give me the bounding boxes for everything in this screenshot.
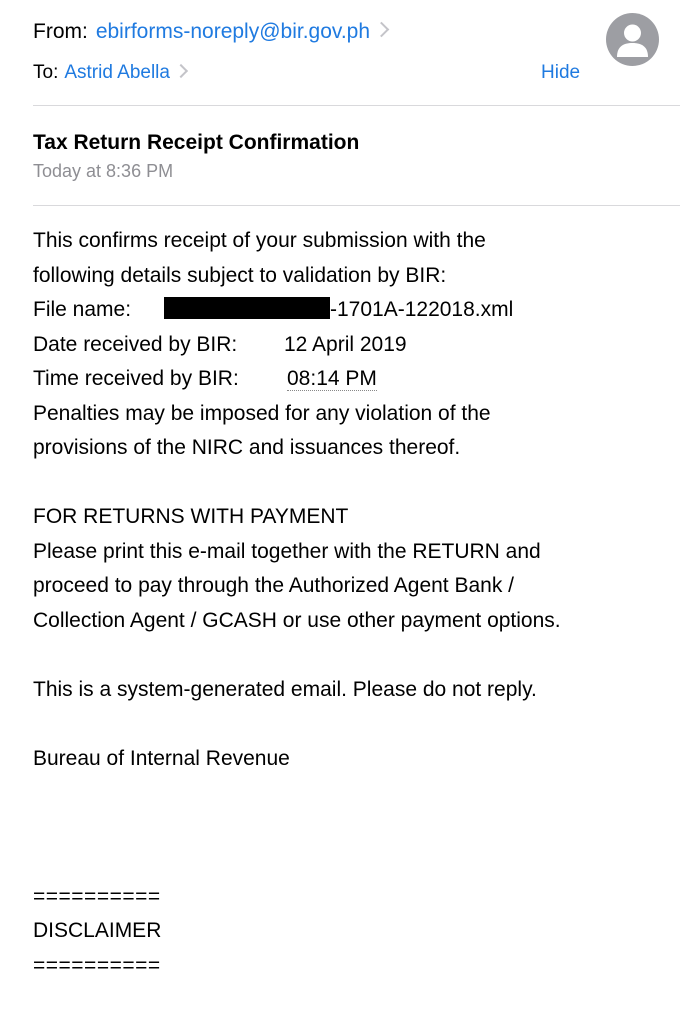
disclaimer-heading: DISCLAIMER <box>33 919 162 942</box>
system-note: This is a system-generated email. Please… <box>33 677 537 701</box>
email-body: This confirms receipt of your submission… <box>33 224 653 983</box>
email-view: From: ebirforms-noreply@bir.gov.ph To: Ast… <box>0 0 680 1023</box>
separator-top: ========== <box>33 884 161 908</box>
body-line: Collection Agent / GCASH or use other pa… <box>33 608 561 632</box>
file-name-row: File name: -1701A-122018.xml <box>33 293 653 328</box>
chevron-right-icon[interactable] <box>173 63 189 79</box>
time-received-label: Time received by BIR: <box>33 367 239 390</box>
from-row: From: ebirforms-noreply@bir.gov.ph <box>33 17 390 47</box>
to-row: To: Astrid Abella <box>33 60 189 86</box>
email-subject: Tax Return Receipt Confirmation <box>33 131 360 154</box>
sender-address-link[interactable]: ebirforms-noreply@bir.gov.ph <box>96 20 370 43</box>
from-label: From: <box>33 20 88 43</box>
signature: Bureau of Internal Revenue <box>33 746 290 770</box>
body-line: Please print this e-mail together with t… <box>33 539 541 563</box>
payment-heading: FOR RETURNS WITH PAYMENT <box>33 505 349 528</box>
person-silhouette-icon <box>617 24 648 57</box>
redacted-block <box>164 297 330 319</box>
body-line: This confirms receipt of your submission… <box>33 229 486 252</box>
body-line: Penalties may be imposed for any violati… <box>33 401 491 425</box>
date-received-row: Date received by BIR: 12 April 2019 <box>33 328 653 363</box>
time-received-value[interactable]: 08:14 PM <box>287 367 377 391</box>
chevron-right-icon[interactable] <box>373 21 390 38</box>
to-label: To: <box>33 62 59 83</box>
file-name-suffix: -1701A-122018.xml <box>330 298 514 321</box>
separator-bottom: ========== <box>33 953 161 977</box>
date-received-value: 12 April 2019 <box>284 332 407 356</box>
file-name-label: File name: <box>33 298 132 321</box>
subject-divider <box>33 205 680 206</box>
email-timestamp: Today at 8:36 PM <box>33 161 174 181</box>
body-line: proceed to pay through the Authorized Ag… <box>33 574 515 597</box>
header-divider <box>33 105 680 106</box>
time-received-row: Time received by BIR: 08:14 PM <box>33 362 653 397</box>
recipient-link[interactable]: Astrid Abella <box>64 62 170 83</box>
body-line: provisions of the NIRC and issuances the… <box>33 436 461 459</box>
avatar[interactable] <box>606 13 659 66</box>
body-line: following details subject to validation … <box>33 263 447 287</box>
date-received-label: Date received by BIR: <box>33 332 238 356</box>
hide-details-button[interactable]: Hide <box>541 60 580 86</box>
